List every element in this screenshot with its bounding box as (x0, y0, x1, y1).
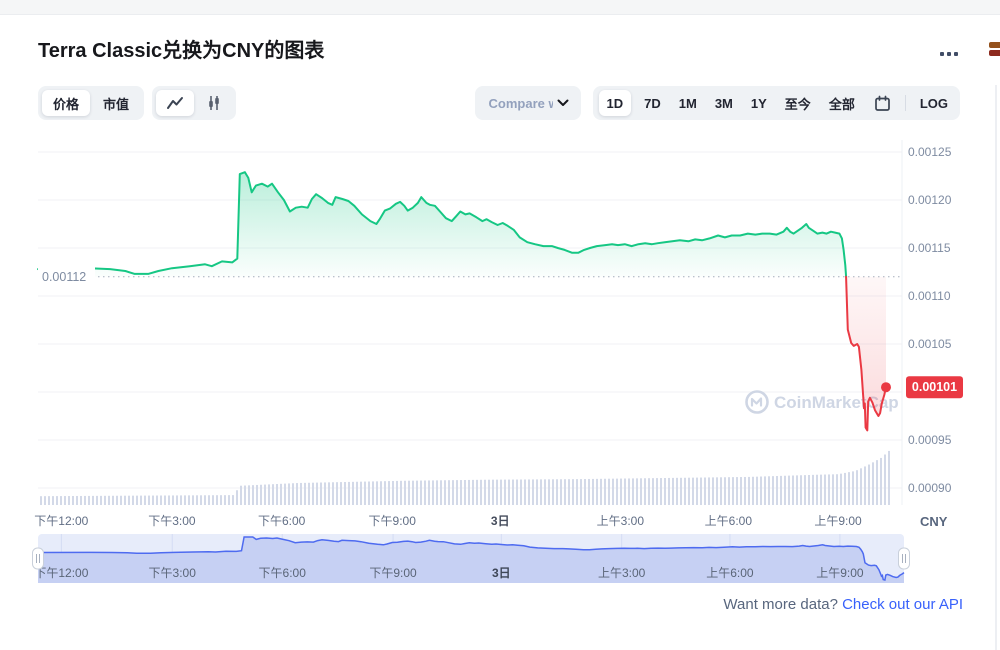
range-ytd-button[interactable]: 至今 (780, 90, 816, 116)
line-chart-type-button[interactable] (156, 90, 194, 116)
range-selector-group: 1D 7D 1M 3M 1Y 至今 全部 LOG (593, 86, 960, 120)
y-axis-labels: 0.00125 0.00120 0.00115 0.00110 0.00105 0.000… (908, 145, 952, 529)
metric-toggle-group: 价格 市值 (38, 86, 144, 120)
dot-icon (954, 52, 958, 56)
chart-toolbar: 价格 市值 Compare with (38, 86, 960, 120)
compare-dropdown[interactable]: Compare with (475, 86, 581, 120)
svg-text:下午6:00: 下午6:00 (258, 514, 306, 528)
clipped-edge-element (989, 42, 1000, 58)
log-scale-button[interactable]: LOG (914, 90, 954, 116)
svg-text:0.00105: 0.00105 (908, 337, 952, 351)
nav-handle-left[interactable] (33, 548, 44, 569)
right-toolbar-cluster: Compare with 1D 7D 1M 3M 1Y 至今 全部 LOG (475, 86, 960, 120)
left-toolbar-cluster: 价格 市值 (38, 86, 236, 120)
range-1d-button[interactable]: 1D (599, 90, 632, 116)
more-options-button[interactable] (936, 48, 962, 60)
range-3m-button[interactable]: 3M (710, 90, 738, 116)
svg-text:0.00120: 0.00120 (908, 193, 952, 207)
calendar-button[interactable] (868, 90, 897, 116)
toolbar-divider (905, 95, 906, 111)
range-all-button[interactable]: 全部 (824, 90, 860, 116)
x-axis-labels: 下午12:00 下午3:00 下午6:00 下午9:00 3日 上午3:00 上午6:00 上… (34, 514, 862, 528)
chart-type-toggle-group (152, 86, 236, 120)
tab-market-cap[interactable]: 市值 (92, 90, 140, 116)
top-strip (0, 0, 1000, 15)
y-axis-unit: CNY (920, 514, 948, 529)
current-price-badge: 0.00101 (906, 376, 963, 398)
svg-text:0.00125: 0.00125 (908, 145, 952, 159)
svg-text:3日: 3日 (491, 514, 510, 528)
svg-text:0.00101: 0.00101 (912, 380, 957, 394)
chevron-down-icon (557, 99, 569, 107)
calendar-icon (874, 95, 891, 112)
nav-brush-area[interactable] (38, 534, 904, 583)
svg-text:上午9:00: 上午9:00 (814, 514, 862, 528)
api-link[interactable]: Check out our API (842, 596, 963, 613)
svg-text:0.00115: 0.00115 (908, 241, 951, 255)
svg-text:下午12:00: 下午12:00 (34, 514, 88, 528)
dot-icon (947, 52, 951, 56)
svg-text:0.00090: 0.00090 (908, 481, 952, 495)
line-chart-icon (166, 96, 184, 110)
range-1y-button[interactable]: 1Y (746, 90, 772, 116)
nav-handle-right[interactable] (899, 548, 910, 569)
svg-text:0.00110: 0.00110 (908, 289, 951, 303)
svg-text:下午9:00: 下午9:00 (369, 514, 417, 528)
api-footer: Want more data? Check out our API (723, 596, 963, 613)
page-title: Terra Classic兑换为CNY的图表 (38, 34, 324, 63)
chart-plot-area[interactable] (38, 133, 902, 505)
range-1m-button[interactable]: 1M (674, 90, 702, 116)
svg-text:0.00095: 0.00095 (908, 433, 952, 447)
dot-icon (940, 52, 944, 56)
scrollbar-track[interactable] (995, 85, 997, 650)
svg-text:上午6:00: 上午6:00 (705, 514, 753, 528)
svg-text:下午3:00: 下午3:00 (148, 514, 196, 528)
navigator: 下午12:00下午3:00下午6:00下午9:003日上午3:00上午6:00上… (33, 534, 910, 583)
candlestick-icon (206, 95, 222, 111)
tab-price[interactable]: 价格 (42, 90, 90, 116)
footer-prompt: Want more data? (723, 596, 838, 613)
candlestick-chart-type-button[interactable] (196, 90, 232, 116)
compare-label: Compare with (489, 96, 553, 111)
svg-text:上午3:00: 上午3:00 (597, 514, 645, 528)
range-7d-button[interactable]: 7D (639, 90, 666, 116)
